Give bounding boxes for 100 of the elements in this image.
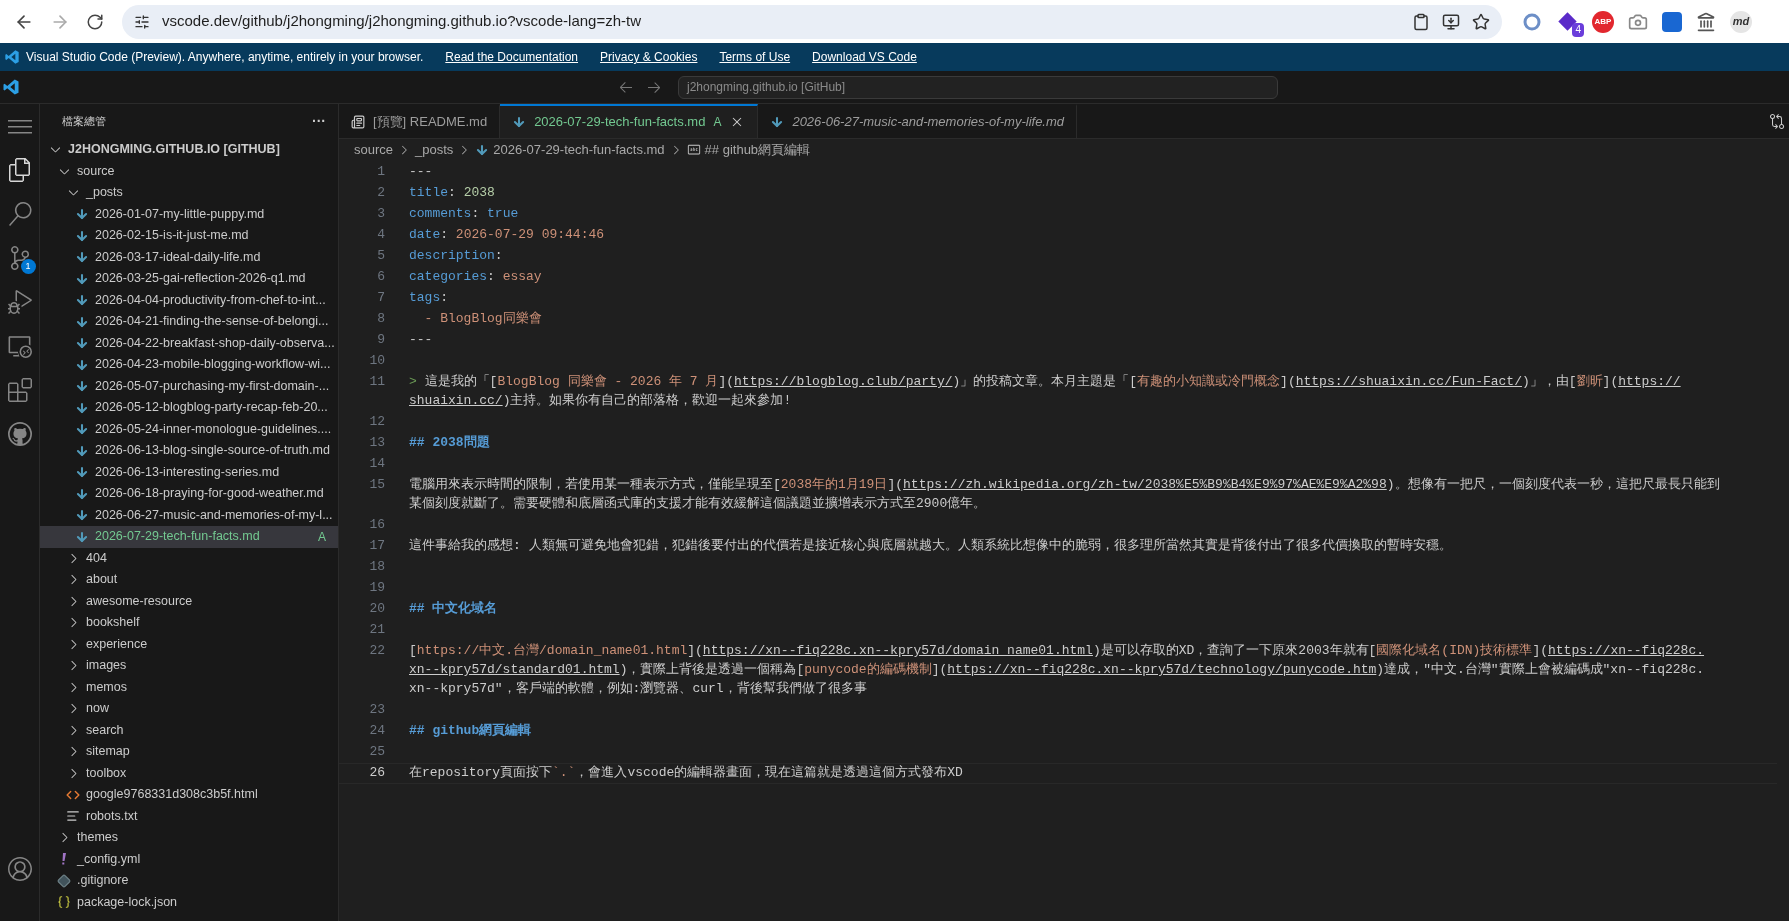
file-tree-item[interactable]: google9768331d308c3b5f.html — [40, 784, 338, 806]
source-control-badge: 1 — [20, 259, 36, 274]
folder-tree-item[interactable]: _posts — [40, 182, 338, 204]
code-token: : — [487, 269, 496, 284]
code-token: 這是我的「[ — [423, 374, 498, 389]
file-tree-item[interactable]: 2026-04-04-productivity-from-chef-to-int... — [40, 289, 338, 311]
braces-file-icon — [57, 895, 71, 910]
folder-tree-item[interactable]: memos — [40, 676, 338, 698]
address-bar[interactable]: vscode.dev/github/j2hongming/j2hongming.github.io?vscode-lang=zh-tw — [122, 4, 1502, 39]
line-number: 9 — [376, 331, 385, 349]
line-number: 26 — [368, 764, 385, 782]
code-token: : — [440, 290, 449, 305]
banner-link[interactable]: Terms of Use — [719, 48, 791, 66]
file-tree-item[interactable]: robots.txt — [40, 805, 338, 827]
editor-tab[interactable]: 2026-07-29-tech-fun-facts.md A — [500, 104, 759, 138]
link-url: https://shuaixin.cc/Fun-Fact/ — [1295, 374, 1522, 389]
account-icon[interactable] — [7, 857, 32, 881]
reload-icon[interactable] — [86, 12, 104, 31]
site-info-icon[interactable] — [134, 13, 150, 30]
extensions-icon[interactable] — [7, 378, 32, 402]
line-number: 16 — [368, 516, 385, 534]
breadcrumb-item[interactable]: ## github網頁編輯 — [704, 140, 811, 160]
adblock-extension-icon[interactable]: ABP — [1592, 10, 1614, 33]
code-token: )」的投稿文章。本月主題是「[ — [952, 374, 1138, 389]
file-tree-item[interactable]: 2026-02-15-is-it-just-me.md — [40, 225, 338, 247]
breadcrumb-item[interactable]: 2026-07-29-tech-fun-facts.md — [493, 140, 665, 160]
install-app-icon[interactable] — [1442, 12, 1460, 31]
code-token: ]( — [687, 643, 703, 658]
banner-link[interactable]: Privacy & Cookies — [600, 48, 698, 66]
file-tree-item[interactable]: _config.yml — [40, 848, 338, 870]
code-token: )是可以存取的XD，查詢了一下原來2003年就有[ — [1092, 643, 1377, 658]
folder-tree-item[interactable]: images — [40, 655, 338, 677]
file-tree-item[interactable]: 2026-05-12-blogblog-party-recap-feb-20... — [40, 397, 338, 419]
file-tree-item[interactable]: .gitignore — [40, 870, 338, 892]
file-tree-item[interactable]: 2026-04-22-breakfast-shop-daily-observa... — [40, 332, 338, 354]
banner-link[interactable]: Read the Documentation — [445, 48, 579, 66]
run-debug-icon[interactable] — [7, 290, 32, 314]
command-center[interactable]: j2hongming.github.io [GitHub] — [678, 75, 1278, 99]
folder-tree-item[interactable]: themes — [40, 827, 338, 849]
file-tree-item[interactable]: 2026-06-18-praying-for-good-weather.md — [40, 483, 338, 505]
sidebar-title: 檔案總管 — [62, 114, 106, 130]
tab-label: 2026-06-27-music-and-memories-of-my-life.md — [792, 113, 1065, 132]
file-tree-item[interactable]: 2026-04-23-mobile-blogging-workflow-wi... — [40, 354, 338, 376]
folder-tree-item[interactable]: awesome-resource — [40, 590, 338, 612]
vscode-logo-icon — [2, 78, 20, 96]
banner-link[interactable]: Download VS Code — [812, 48, 917, 66]
code-token: : — [471, 206, 481, 221]
code-token: )」，由[ — [1521, 374, 1577, 389]
folder-tree-item[interactable]: now — [40, 698, 338, 720]
folder-tree-item[interactable]: J2HONGMING.GITHUB.IO [GITHUB] — [40, 139, 338, 161]
file-tree-item[interactable]: 2026-03-25-gai-reflection-2026-q1.md — [40, 268, 338, 290]
code-token: )主持。如果你有自己的部落格，歡迎一起來參加! — [502, 393, 792, 408]
line-number: 8 — [376, 310, 385, 328]
line-number: 24 — [368, 722, 385, 740]
markdown-extension-icon[interactable]: md — [1730, 10, 1752, 33]
landmark-icon[interactable] — [1696, 11, 1716, 32]
line-number: 21 — [368, 621, 385, 639]
remote-explorer-icon[interactable] — [7, 334, 32, 358]
code-token: categories — [409, 269, 487, 284]
line-number: 23 — [368, 701, 385, 719]
github-icon[interactable] — [7, 422, 32, 446]
file-tree-item[interactable]: 2026-06-27-music-and-memories-of-my-l... — [40, 504, 338, 526]
code-token: punycode的編碼機制 — [804, 662, 932, 677]
more-actions-button[interactable]: ··· — [312, 111, 326, 132]
folder-tree-item[interactable]: 404 — [40, 547, 338, 569]
folder-tree-item[interactable]: about — [40, 569, 338, 591]
line-number: 22 — [368, 642, 385, 660]
folder-tree-item[interactable]: toolbox — [40, 762, 338, 784]
down-arrow-file-icon — [75, 207, 89, 222]
url-text: vscode.dev/github/j2hongming/j2hongming.github.io?vscode-lang=zh-tw — [162, 11, 643, 32]
link-url: https://xn--fiq228c. — [1548, 643, 1704, 658]
folder-tree-item[interactable]: search — [40, 719, 338, 741]
file-tree-item[interactable]: 2026-01-07-my-little-puppy.md — [40, 203, 338, 225]
folder-tree-item[interactable]: sitemap — [40, 741, 338, 763]
code-token: )。想像有一把尺，一個刻度代表一秒，這把尺最長只能到 — [1386, 477, 1720, 492]
compare-changes-icon[interactable] — [1769, 113, 1785, 129]
file-tree-item[interactable]: 2026-05-07-purchasing-my-first-domain-... — [40, 375, 338, 397]
ring-extension-icon[interactable] — [1522, 11, 1542, 32]
clipboard-icon[interactable] — [1412, 12, 1430, 31]
line-number: 1 — [376, 163, 385, 181]
folder-tree-item[interactable]: source — [40, 160, 338, 182]
file-tree-item[interactable]: 2026-06-13-interesting-series.md — [40, 461, 338, 483]
file-tree-item[interactable]: 2026-05-24-inner-monologue-guidelines.... — [40, 418, 338, 440]
breadcrumb-item[interactable]: _posts — [415, 140, 454, 160]
down-arrow-file-icon — [75, 529, 89, 544]
file-tree-item[interactable]: package-lock.json — [40, 891, 338, 913]
folder-tree-item[interactable]: bookshelf — [40, 612, 338, 634]
folder-tree-item[interactable]: experience — [40, 633, 338, 655]
file-tree-item[interactable]: 2026-07-29-tech-fun-facts.md A — [40, 526, 338, 548]
diamond-file-icon — [57, 873, 71, 888]
code-token: xn--kpry57d"，客戶端的軟體，例如:瀏覽器、curl，背後幫我們做了很多事 — [409, 681, 867, 696]
git-status-label: A — [713, 114, 722, 131]
file-tree-item[interactable]: 2026-06-13-blog-single-source-of-truth.md — [40, 440, 338, 462]
bookmark-star-icon[interactable] — [1472, 12, 1490, 31]
search-icon[interactable] — [7, 202, 32, 226]
file-tree-item[interactable]: 2026-03-17-ideal-daily-life.md — [40, 246, 338, 268]
link-url: https:// — [1618, 374, 1681, 389]
code-token: tags — [409, 290, 441, 305]
file-tree-item[interactable]: 2026-04-21-finding-the-sense-of-belongi... — [40, 311, 338, 333]
breadcrumb-item[interactable]: source — [354, 140, 394, 160]
